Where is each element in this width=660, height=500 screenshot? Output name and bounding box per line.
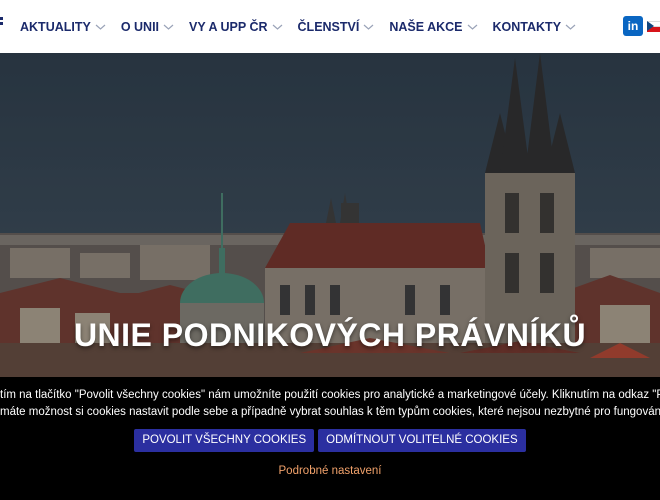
chevron-down-icon <box>565 23 576 31</box>
hero-banner: UNIE PODNIKOVÝCH PRÁVNÍKŮ <box>0 53 660 377</box>
nav-item-clenstvi[interactable]: ČLENSTVÍ <box>298 20 375 34</box>
nav-item-label: NAŠE AKCE <box>389 19 463 34</box>
chevron-down-icon <box>163 23 174 31</box>
cookie-message-line: tím na tlačítko "Povolit všechny cookies… <box>0 389 660 401</box>
chevron-down-icon <box>467 23 478 31</box>
czech-flag-icon[interactable] <box>647 21 660 32</box>
nav-item-label: ČLENSTVÍ <box>297 19 360 34</box>
nav-item-label: O UNII <box>120 19 160 34</box>
cookie-message: tím na tlačítko "Povolit všechny cookies… <box>0 387 660 421</box>
cookie-message-line: máte možnost si cookies nastavit podle s… <box>0 406 660 418</box>
reject-optional-cookies-button[interactable]: ODMÍTNOUT VOLITELNÉ COOKIES <box>318 429 526 452</box>
nav-item-label: VY A UPP ČR <box>189 19 268 34</box>
cookie-settings-link[interactable]: Podrobné nastavení <box>0 465 660 477</box>
nav-item-nase-akce[interactable]: NAŠE AKCE <box>389 20 477 34</box>
nav-item-vy-a-upp[interactable]: VY A UPP ČR <box>189 20 283 34</box>
logo-fragment[interactable] <box>0 17 3 29</box>
nav-item-label: KONTAKTY <box>492 19 562 34</box>
hero-title: UNIE PODNIKOVÝCH PRÁVNÍKŮ <box>73 317 587 353</box>
chevron-down-icon <box>363 23 374 31</box>
nav-item-o-unii[interactable]: O UNII <box>121 20 174 34</box>
chevron-down-icon <box>272 23 283 31</box>
cookie-consent-bar: tím na tlačítko "Povolit všechny cookies… <box>0 377 660 500</box>
nav-item-aktuality[interactable]: AKTUALITY <box>20 20 106 34</box>
chevron-down-icon <box>95 23 106 31</box>
linkedin-icon[interactable]: in <box>623 16 643 36</box>
nav-item-label: AKTUALITY <box>20 19 91 34</box>
site-header: AKTUALITY O UNII VY A UPP ČR ČLENSTVÍ NA… <box>0 0 660 53</box>
accept-all-cookies-button[interactable]: POVOLIT VŠECHNY COOKIES <box>134 429 315 452</box>
main-nav: AKTUALITY O UNII VY A UPP ČR ČLENSTVÍ NA… <box>20 0 591 53</box>
cookie-buttons: POVOLIT VŠECHNY COOKIES ODMÍTNOUT VOLITE… <box>0 429 660 452</box>
nav-item-kontakty[interactable]: KONTAKTY <box>493 20 577 34</box>
